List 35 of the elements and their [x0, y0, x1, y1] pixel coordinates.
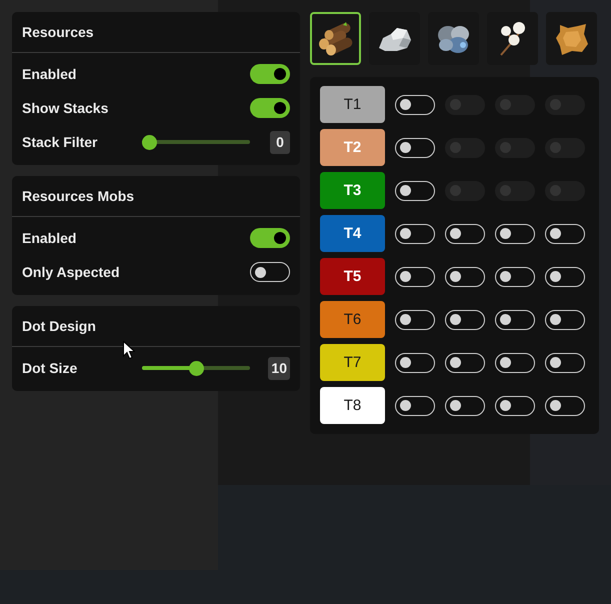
resource-tab[interactable] [546, 12, 597, 65]
toggle-switch[interactable] [250, 228, 290, 248]
resource-tab[interactable] [428, 12, 479, 65]
toggle-switch[interactable] [250, 98, 290, 118]
slider-value: 0 [270, 130, 290, 154]
resource-tab[interactable] [369, 12, 420, 65]
slider-thumb[interactable] [189, 360, 204, 376]
ore-icon [436, 24, 472, 54]
setting-label: Enabled [22, 230, 78, 246]
tier-button[interactable]: T1 [320, 86, 385, 123]
setting-label: Only Aspected [22, 264, 121, 280]
section-title: Resources [22, 24, 94, 40]
slider-track[interactable] [142, 134, 250, 150]
section-title: Dot Design [22, 318, 96, 334]
tier-button[interactable]: T3 [320, 172, 385, 209]
setting-label: Enabled [22, 66, 78, 82]
hide-icon [554, 22, 590, 56]
tier-button[interactable]: T6 [320, 301, 385, 338]
section-title: Resources Mobs [22, 188, 134, 204]
slider-thumb[interactable] [142, 134, 157, 150]
resource-tab[interactable] [487, 12, 538, 65]
tier-button[interactable]: T4 [320, 215, 385, 252]
rock-icon [376, 26, 412, 52]
resource-tab[interactable] [310, 12, 361, 65]
tier-button[interactable]: T8 [320, 387, 385, 424]
slider-track[interactable] [142, 360, 250, 376]
tier-button[interactable]: T7 [320, 344, 385, 381]
setting-label: Dot Size [22, 360, 78, 376]
mouse-pointer-icon [123, 341, 135, 359]
toggle-switch[interactable] [250, 64, 290, 84]
slider-value: 10 [268, 356, 290, 380]
tier-button[interactable]: T5 [320, 258, 385, 295]
setting-label: Show Stacks [22, 100, 110, 116]
logs-icon [316, 22, 354, 56]
setting-label: Stack Filter [22, 134, 98, 150]
